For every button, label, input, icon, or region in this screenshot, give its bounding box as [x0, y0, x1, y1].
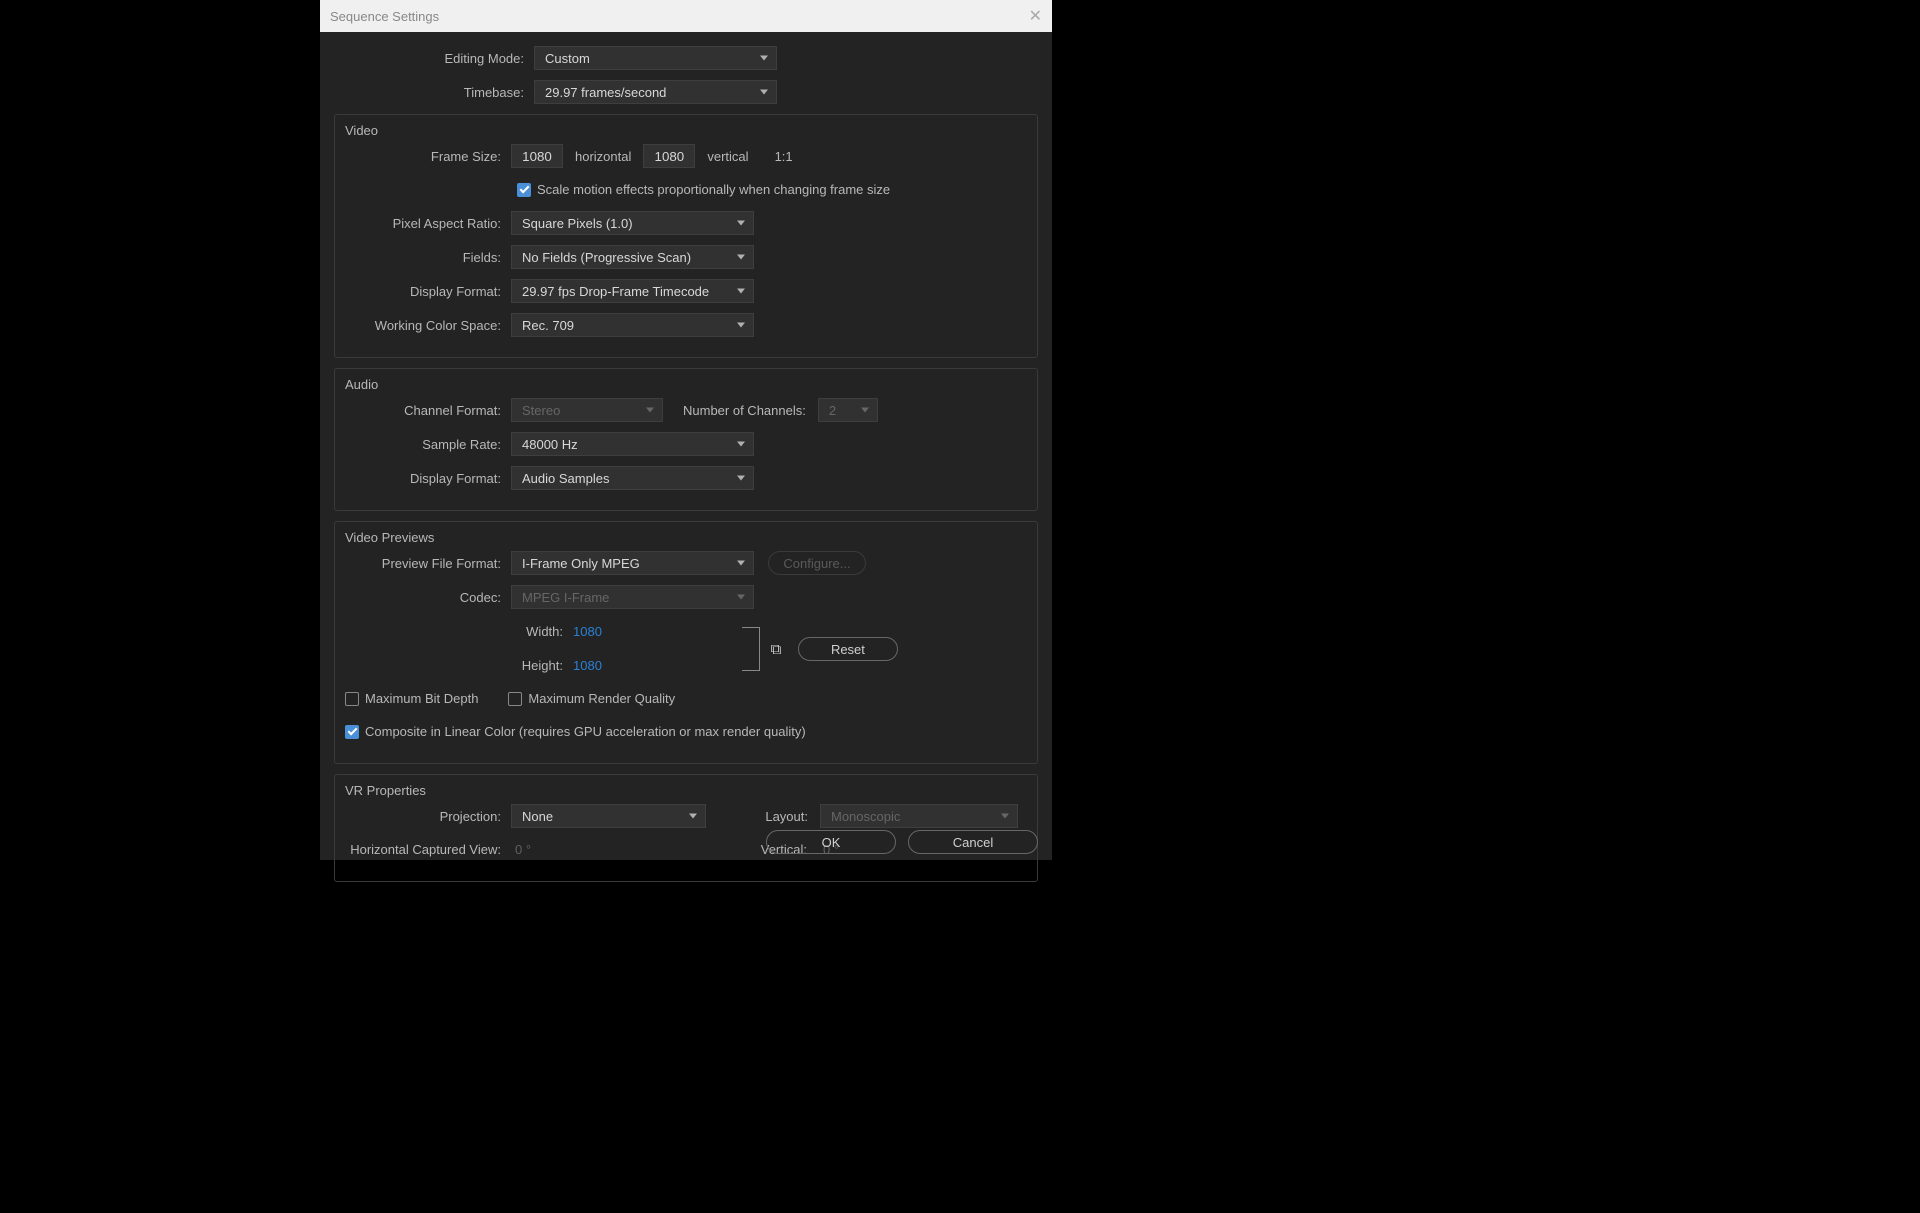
- composite-linear-label[interactable]: Composite in Linear Color (requires GPU …: [365, 724, 806, 739]
- num-channels-label: Number of Channels:: [683, 403, 806, 418]
- sequence-settings-dialog: Sequence Settings ✕ Editing Mode: Custom…: [320, 0, 1052, 860]
- audio-section: Audio Channel Format: Stereo Number of C…: [334, 368, 1038, 511]
- hcv-value: 0 °: [515, 842, 705, 857]
- cancel-button[interactable]: Cancel: [908, 830, 1038, 854]
- reset-button[interactable]: Reset: [798, 637, 898, 661]
- projection-dropdown[interactable]: None: [511, 804, 706, 828]
- vertical-label: vertical: [707, 149, 748, 164]
- preview-height-label: Height:: [511, 658, 563, 673]
- par-label: Pixel Aspect Ratio:: [345, 216, 511, 231]
- titlebar: Sequence Settings ✕: [320, 0, 1052, 32]
- codec-dropdown: MPEG I-Frame: [511, 585, 754, 609]
- scale-motion-label[interactable]: Scale motion effects proportionally when…: [537, 182, 890, 197]
- frame-height-input[interactable]: [643, 144, 695, 168]
- audio-section-title: Audio: [345, 377, 1027, 392]
- footer: OK Cancel: [766, 830, 1038, 854]
- fields-label: Fields:: [345, 250, 511, 265]
- composite-linear-checkbox[interactable]: [345, 725, 359, 739]
- max-render-quality-checkbox[interactable]: [508, 692, 522, 706]
- video-section: Video Frame Size: horizontal vertical 1:…: [334, 114, 1038, 358]
- projection-label: Projection:: [345, 809, 511, 824]
- timebase-label: Timebase:: [334, 85, 534, 100]
- preview-height-value[interactable]: 1080: [573, 658, 602, 673]
- max-bit-depth-checkbox[interactable]: [345, 692, 359, 706]
- video-display-format-label: Display Format:: [345, 284, 511, 299]
- color-space-label: Working Color Space:: [345, 318, 511, 333]
- codec-label: Codec:: [345, 590, 511, 605]
- aspect-ratio-display: 1:1: [775, 149, 793, 164]
- vr-section-title: VR Properties: [345, 783, 1027, 798]
- video-section-title: Video: [345, 123, 1027, 138]
- hcv-label: Horizontal Captured View:: [345, 842, 511, 857]
- sample-rate-dropdown[interactable]: 48000 Hz: [511, 432, 754, 456]
- num-channels-dropdown: 2: [818, 398, 878, 422]
- max-bit-depth-label[interactable]: Maximum Bit Depth: [365, 691, 478, 706]
- horizontal-label: horizontal: [575, 149, 631, 164]
- channel-format-label: Channel Format:: [345, 403, 511, 418]
- preview-width-value[interactable]: 1080: [573, 624, 602, 639]
- configure-button: Configure...: [768, 551, 866, 575]
- sample-rate-label: Sample Rate:: [345, 437, 511, 452]
- audio-display-format-dropdown[interactable]: Audio Samples: [511, 466, 754, 490]
- link-bracket-icon: [742, 627, 760, 671]
- preview-format-label: Preview File Format:: [345, 556, 511, 571]
- color-space-dropdown[interactable]: Rec. 709: [511, 313, 754, 337]
- frame-size-label: Frame Size:: [345, 149, 511, 164]
- max-render-quality-label[interactable]: Maximum Render Quality: [528, 691, 675, 706]
- previews-section: Video Previews Preview File Format: I-Fr…: [334, 521, 1038, 764]
- preview-width-label: Width:: [511, 624, 563, 639]
- preview-format-dropdown[interactable]: I-Frame Only MPEG: [511, 551, 754, 575]
- timebase-dropdown[interactable]: 29.97 frames/second: [534, 80, 777, 104]
- audio-display-format-label: Display Format:: [345, 471, 511, 486]
- editing-mode-dropdown[interactable]: Custom: [534, 46, 777, 70]
- par-dropdown[interactable]: Square Pixels (1.0): [511, 211, 754, 235]
- video-display-format-dropdown[interactable]: 29.97 fps Drop-Frame Timecode: [511, 279, 754, 303]
- scale-motion-checkbox[interactable]: [517, 183, 531, 197]
- channel-format-dropdown: Stereo: [511, 398, 663, 422]
- close-icon[interactable]: ✕: [1029, 6, 1042, 26]
- layout-label: Layout:: [718, 809, 808, 824]
- dialog-title: Sequence Settings: [330, 9, 439, 24]
- vr-section: VR Properties Projection: None Layout: M…: [334, 774, 1038, 882]
- frame-width-input[interactable]: [511, 144, 563, 168]
- link-icon[interactable]: ⧉: [768, 641, 784, 658]
- layout-dropdown: Monoscopic: [820, 804, 1018, 828]
- fields-dropdown[interactable]: No Fields (Progressive Scan): [511, 245, 754, 269]
- editing-mode-label: Editing Mode:: [334, 51, 534, 66]
- previews-section-title: Video Previews: [345, 530, 1027, 545]
- content-area: Editing Mode: Custom Timebase: 29.97 fra…: [320, 32, 1052, 882]
- ok-button[interactable]: OK: [766, 830, 896, 854]
